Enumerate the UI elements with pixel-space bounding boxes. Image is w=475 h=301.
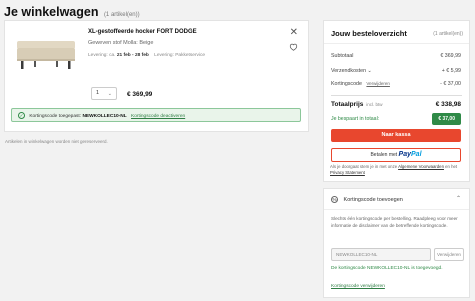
shipping-value: + € 5,99 bbox=[441, 68, 461, 74]
subtotal-row: Subtotaal € 369,99 bbox=[331, 53, 461, 59]
chevron-down-icon: ⌄ bbox=[107, 91, 112, 97]
page-header: Je winkelwagen (1 artikel(en)) bbox=[4, 3, 140, 21]
total-row: Totaalprijs incl. btw € 338,98 bbox=[331, 101, 461, 108]
delivery-info: Levering: ca. 21 feb - 28 feb Levering: … bbox=[88, 53, 205, 58]
reservation-note: Artikelen in winkelwagen worden niet ger… bbox=[5, 139, 108, 144]
total-value: € 338,98 bbox=[435, 101, 461, 108]
remove-discount-code-link[interactable]: Kortingscode verwijderen bbox=[331, 284, 385, 289]
discount-banner-text: Kortingscode toegepast: bbox=[29, 113, 82, 119]
discount-panel-title[interactable]: Kortingscode toevoegen bbox=[344, 197, 403, 203]
delivery-dates: 21 feb - 28 feb bbox=[116, 53, 149, 58]
discount-code-panel: % Kortingscode toevoegen ⌃ Slechts één k… bbox=[323, 188, 470, 298]
divider bbox=[331, 95, 462, 96]
remove-discount-link[interactable]: Verwijderen bbox=[366, 81, 390, 86]
checkout-button[interactable]: Naar kassa bbox=[331, 129, 461, 142]
discount-applied-message: De kortingscode NEWKOLLEC10-NL is toegev… bbox=[331, 266, 443, 271]
discount-applied-banner: ✓ Kortingscode toegepast: NEWKOLLEC10-NL… bbox=[11, 108, 301, 122]
subtotal-label: Subtotaal bbox=[331, 53, 354, 59]
paypal-logo: PayPal bbox=[398, 151, 422, 158]
total-label: Totaalprijs bbox=[331, 101, 364, 108]
summary-item-count: (1 artikel(en)) bbox=[433, 31, 463, 37]
divider bbox=[324, 209, 469, 210]
discount-info-text: Slechts één kortingscode per bestelling.… bbox=[331, 216, 458, 228]
chevron-up-icon[interactable]: ⌃ bbox=[456, 195, 461, 202]
discount-value: - € 37,00 bbox=[440, 81, 461, 87]
paypal-button[interactable]: Betalen met PayPal bbox=[331, 148, 461, 162]
savings-badge: € 37,00 bbox=[432, 113, 461, 125]
privacy-link[interactable]: Privacy Statement bbox=[330, 170, 365, 175]
check-icon: ✓ bbox=[18, 112, 25, 119]
quantity-value: 1 bbox=[96, 90, 100, 96]
savings-label: Je bespaart in totaal: bbox=[331, 116, 380, 122]
product-name[interactable]: XL-gestoffeerde hocker FORT DODGE bbox=[88, 29, 197, 35]
discount-row: Kortingscode Verwijderen - € 37,00 bbox=[331, 81, 461, 87]
quantity-select[interactable]: 1 ⌄ bbox=[91, 87, 117, 100]
remove-item-icon[interactable]: ✕ bbox=[290, 27, 298, 38]
terms-text: Als je doorgaat stem je in met onze Alge… bbox=[330, 164, 458, 175]
terms-link[interactable]: Algemene Voorwaarden bbox=[398, 164, 444, 169]
shipping-row[interactable]: Verzendkosten ⌄ + € 5,99 bbox=[331, 68, 461, 74]
wishlist-heart-icon[interactable] bbox=[289, 43, 298, 51]
delivery-service: Levering: Pakketservice bbox=[154, 53, 206, 58]
subtotal-value: € 369,99 bbox=[440, 53, 461, 59]
discount-code-input[interactable]: NEWKOLLEC10-NL bbox=[331, 248, 431, 261]
tag-icon: % bbox=[331, 196, 338, 203]
discount-panel-header[interactable]: % Kortingscode toevoegen bbox=[331, 196, 403, 203]
product-price: € 369,99 bbox=[127, 91, 153, 98]
product-variant: Geweven stof Molla: Beige bbox=[88, 40, 154, 46]
discount-label: Kortingscode bbox=[331, 81, 362, 87]
order-summary: Jouw besteloverzicht (1 artikel(en)) Sub… bbox=[323, 20, 470, 182]
chevron-down-icon[interactable]: ⌄ bbox=[368, 68, 372, 74]
product-image[interactable] bbox=[14, 35, 78, 75]
shipping-label[interactable]: Verzendkosten bbox=[331, 68, 366, 74]
summary-title: Jouw besteloverzicht bbox=[331, 29, 407, 38]
divider bbox=[324, 43, 469, 44]
paypal-prefix: Betalen met bbox=[370, 152, 398, 158]
remove-code-button[interactable]: Verwijderen bbox=[434, 248, 464, 261]
delivery-label: Levering: ca. bbox=[88, 53, 116, 58]
page-title: Je winkelwagen bbox=[4, 5, 99, 19]
page-item-count: (1 artikel(en)) bbox=[103, 12, 140, 18]
deactivate-discount-link[interactable]: Kortingscode deactiveren bbox=[131, 114, 185, 119]
savings-row: Je bespaart in totaal: € 37,00 bbox=[331, 113, 461, 125]
discount-banner-code: NEWKOLLEC10-NL bbox=[82, 113, 127, 119]
total-incl-label: incl. btw bbox=[366, 102, 383, 107]
